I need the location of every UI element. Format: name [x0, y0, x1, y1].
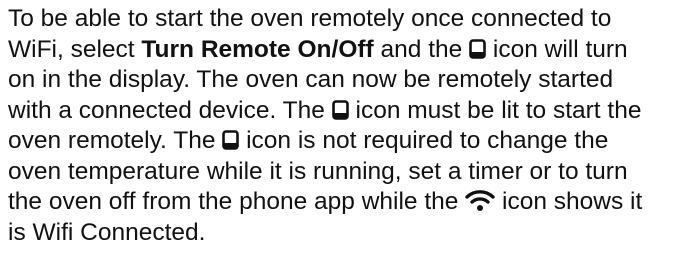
text-segment: icon shows it [495, 188, 643, 215]
text-segment: oven remotely. The [8, 127, 223, 154]
phone-remote-icon [222, 130, 240, 150]
text-segment: is Wifi Connected. [8, 218, 206, 246]
text-segment: icon must be lit to start the [348, 96, 642, 124]
phone-remote-icon [469, 38, 486, 59]
text-segment: To be able to start the oven remotely on… [8, 5, 612, 32]
text-line: with a connected device. The icon must b… [8, 96, 678, 127]
text-line: on in the display. The oven can now be r… [8, 65, 678, 96]
wifi-icon [465, 189, 495, 211]
text-segment: WiFi, select [8, 35, 142, 63]
text-segment: the oven off from the phone app while th… [8, 188, 466, 215]
menu-option-name: Turn Remote On/Off [141, 35, 374, 63]
text-segment: and the [373, 35, 470, 63]
text-line: is Wifi Connected. [8, 218, 678, 249]
text-segment: on in the display. The oven can now be r… [8, 66, 614, 93]
text-segment: icon will turn [486, 35, 628, 63]
text-line: oven remotely. The icon is not required … [8, 126, 678, 157]
phone-remote-icon [331, 99, 349, 120]
text-segment: icon is not required to change the [239, 127, 609, 154]
text-segment: oven temperature while it is running, se… [8, 157, 628, 185]
text-line: oven temperature while it is running, se… [8, 157, 678, 188]
text-segment: with a connected device. The [8, 96, 332, 124]
text-line: the oven off from the phone app while th… [8, 187, 678, 218]
instruction-paragraph: To be able to start the oven remotely on… [0, 0, 686, 258]
text-line: WiFi, select Turn Remote On/Off and the … [8, 35, 678, 66]
text-line: To be able to start the oven remotely on… [8, 4, 678, 35]
